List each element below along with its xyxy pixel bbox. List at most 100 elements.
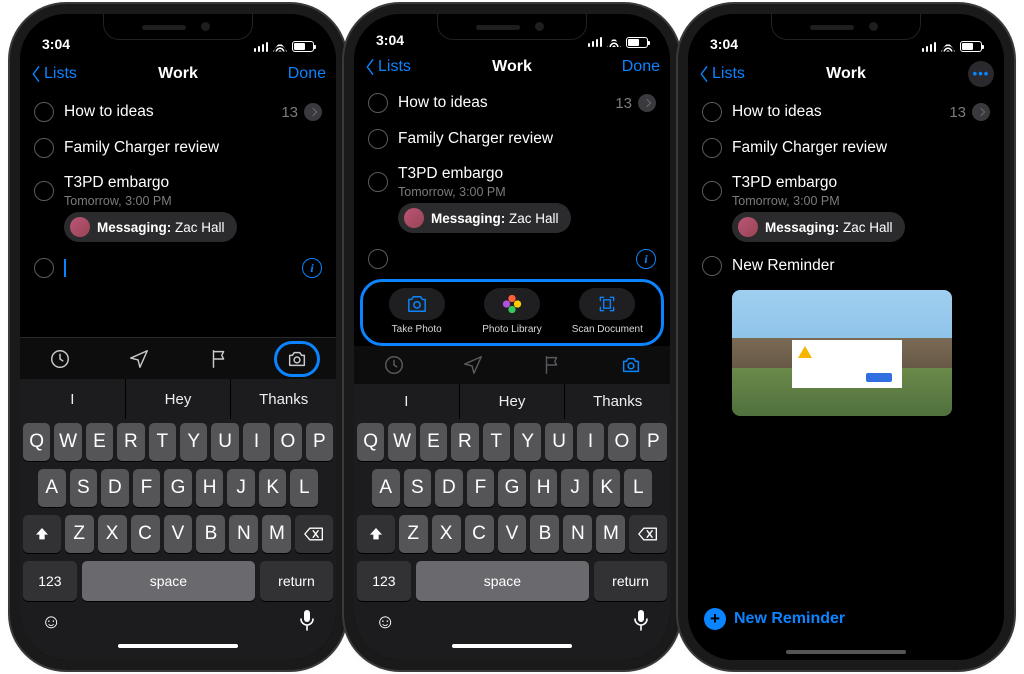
reminder-item[interactable]: T3PD embargo Tomorrow, 3:00 PM	[688, 166, 1004, 210]
home-indicator[interactable]	[786, 650, 906, 654]
key-z[interactable]: Z	[65, 515, 94, 553]
reminder-item[interactable]: Family Charger review	[20, 130, 336, 166]
done-button[interactable]: Done	[622, 58, 660, 76]
key-y[interactable]: Y	[514, 423, 541, 461]
key-j[interactable]: J	[561, 469, 589, 507]
key-e[interactable]: E	[420, 423, 447, 461]
key-s[interactable]: S	[404, 469, 432, 507]
key-l[interactable]: L	[290, 469, 318, 507]
reminder-item-new[interactable]: New Reminder	[688, 248, 1004, 284]
key-d[interactable]: D	[101, 469, 129, 507]
prediction[interactable]: I	[20, 379, 126, 419]
info-button[interactable]: i	[302, 258, 322, 278]
key-b[interactable]: B	[530, 515, 559, 553]
reminder-item[interactable]: T3PD embargo Tomorrow, 3:00 PM	[354, 157, 670, 201]
disclosure-icon[interactable]	[638, 94, 656, 112]
camera-button-selected[interactable]	[607, 354, 655, 376]
key-h[interactable]: H	[196, 469, 224, 507]
reminder-radio[interactable]	[34, 258, 54, 278]
flag-icon[interactable]	[195, 348, 243, 370]
new-reminder-row[interactable]: i	[20, 248, 336, 288]
key-j[interactable]: J	[227, 469, 255, 507]
key-k[interactable]: K	[259, 469, 287, 507]
photo-library-action[interactable]: Photo Library	[468, 288, 555, 335]
reminder-radio[interactable]	[34, 138, 54, 158]
reminder-item[interactable]: How to ideas 13	[688, 94, 1004, 130]
key-space[interactable]: space	[416, 561, 589, 601]
messaging-pill[interactable]: Messaging: Zac Hall	[732, 212, 905, 242]
key-v[interactable]: V	[498, 515, 527, 553]
key-f[interactable]: F	[133, 469, 161, 507]
prediction[interactable]: Hey	[126, 379, 232, 419]
key-v[interactable]: V	[164, 515, 193, 553]
key-numbers[interactable]: 123	[357, 561, 411, 601]
reminder-radio[interactable]	[368, 249, 388, 269]
reminder-radio[interactable]	[368, 129, 388, 149]
prediction[interactable]: Thanks	[565, 384, 670, 420]
key-c[interactable]: C	[465, 515, 494, 553]
key-shift[interactable]	[23, 515, 61, 553]
key-q[interactable]: Q	[23, 423, 50, 461]
home-indicator[interactable]	[452, 644, 572, 648]
key-space[interactable]: space	[82, 561, 255, 601]
key-delete[interactable]	[295, 515, 333, 553]
key-s[interactable]: S	[70, 469, 98, 507]
key-o[interactable]: O	[274, 423, 301, 461]
prediction[interactable]: Thanks	[231, 379, 336, 419]
key-f[interactable]: F	[467, 469, 495, 507]
reminder-radio[interactable]	[702, 256, 722, 276]
key-h[interactable]: H	[530, 469, 558, 507]
attached-image-thumbnail[interactable]	[732, 290, 952, 416]
key-c[interactable]: C	[131, 515, 160, 553]
flag-icon[interactable]	[528, 354, 576, 376]
recent-icon[interactable]	[370, 354, 418, 376]
reminder-item[interactable]: How to ideas 13	[20, 94, 336, 130]
key-p[interactable]: P	[306, 423, 333, 461]
key-u[interactable]: U	[211, 423, 238, 461]
key-g[interactable]: G	[498, 469, 526, 507]
key-r[interactable]: R	[451, 423, 478, 461]
dictate-button[interactable]	[633, 609, 649, 636]
key-p[interactable]: P	[640, 423, 667, 461]
key-z[interactable]: Z	[399, 515, 428, 553]
home-indicator[interactable]	[118, 644, 238, 648]
reminder-item[interactable]: Family Charger review	[688, 130, 1004, 166]
reminder-radio[interactable]	[368, 172, 388, 192]
key-w[interactable]: W	[54, 423, 81, 461]
key-t[interactable]: T	[149, 423, 176, 461]
key-a[interactable]: A	[38, 469, 66, 507]
key-y[interactable]: Y	[180, 423, 207, 461]
key-l[interactable]: L	[624, 469, 652, 507]
scan-document-action[interactable]: Scan Document	[564, 288, 651, 335]
back-button[interactable]: Lists	[698, 65, 745, 83]
disclosure-icon[interactable]	[304, 103, 322, 121]
reminder-radio[interactable]	[34, 102, 54, 122]
camera-button-highlighted[interactable]	[274, 341, 320, 377]
location-icon[interactable]	[449, 354, 497, 376]
key-m[interactable]: M	[262, 515, 291, 553]
back-button[interactable]: Lists	[364, 58, 411, 76]
key-e[interactable]: E	[86, 423, 113, 461]
key-x[interactable]: X	[98, 515, 127, 553]
key-return[interactable]: return	[594, 561, 667, 601]
location-icon[interactable]	[115, 348, 163, 370]
key-n[interactable]: N	[563, 515, 592, 553]
key-b[interactable]: B	[196, 515, 225, 553]
key-return[interactable]: return	[260, 561, 333, 601]
emoji-button[interactable]: ☺	[375, 611, 395, 634]
more-button[interactable]: •••	[968, 61, 994, 87]
back-button[interactable]: Lists	[30, 65, 77, 83]
dictate-button[interactable]	[299, 609, 315, 636]
key-i[interactable]: I	[577, 423, 604, 461]
key-r[interactable]: R	[117, 423, 144, 461]
key-delete[interactable]	[629, 515, 667, 553]
key-m[interactable]: M	[596, 515, 625, 553]
disclosure-icon[interactable]	[972, 103, 990, 121]
prediction[interactable]: I	[354, 384, 460, 420]
key-n[interactable]: N	[229, 515, 258, 553]
reminder-radio[interactable]	[368, 93, 388, 113]
key-d[interactable]: D	[435, 469, 463, 507]
reminder-item[interactable]: Family Charger review	[354, 121, 670, 157]
new-reminder-button[interactable]: + New Reminder	[704, 608, 845, 630]
messaging-pill[interactable]: Messaging: Zac Hall	[64, 212, 237, 242]
